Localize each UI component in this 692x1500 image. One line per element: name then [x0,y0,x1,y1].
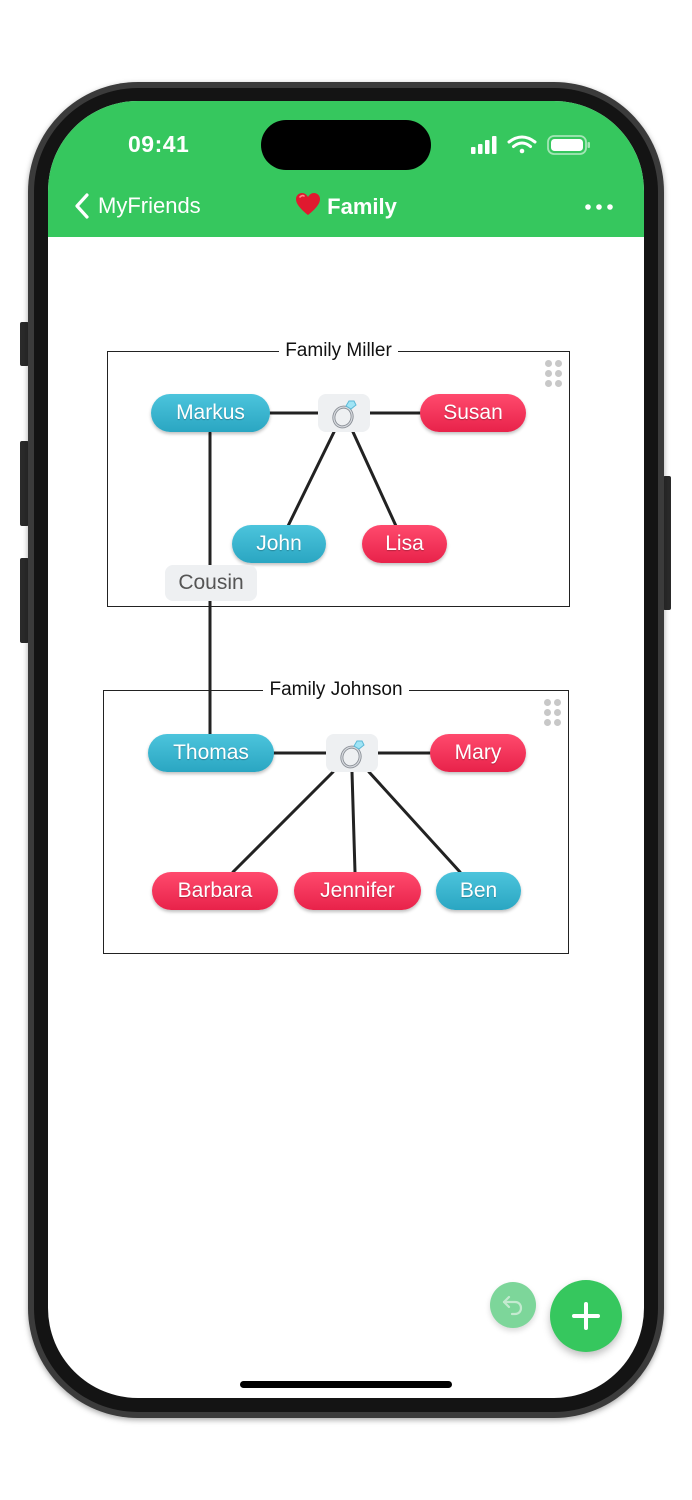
ellipsis-icon[interactable] [584,199,614,215]
person-name: Mary [454,741,502,764]
family-tree-canvas[interactable]: Family Miller Family Johnson Markus Susa… [48,237,644,1398]
status-icons [471,135,590,155]
connector-line [367,770,462,874]
relation-label-text: Cousin [178,571,244,594]
dynamic-island [261,120,431,170]
person-node-barbara[interactable]: Barbara [152,872,278,910]
person-node-thomas[interactable]: Thomas [148,734,274,772]
undo-button[interactable] [490,1282,536,1328]
app-header: 09:41 MyFriends Family [48,101,644,237]
connector-line [350,770,357,874]
screen: 09:41 MyFriends Family Family Miller Fam… [48,101,644,1398]
person-node-ben[interactable]: Ben [436,872,521,910]
ring-icon [332,400,357,429]
battery-icon [547,135,590,155]
connector-line [351,430,398,528]
relation-label-cousin[interactable]: Cousin [165,565,257,601]
page-title: Family [48,192,644,220]
person-node-jennifer[interactable]: Jennifer [294,872,421,910]
marriage-node[interactable] [318,394,370,432]
connector-line [231,770,335,874]
marriage-node[interactable] [326,734,378,772]
wifi-icon [507,135,537,154]
home-indicator [240,1381,452,1388]
plus-icon [572,1302,600,1330]
cellular-signal-icon [471,136,497,154]
person-node-john[interactable]: John [232,525,326,563]
person-name: Ben [459,879,498,902]
status-time: 09:41 [128,131,190,157]
person-name: Markus [176,401,245,424]
add-button[interactable] [550,1280,622,1352]
person-name: Lisa [385,532,424,555]
page-title-text: Family [327,194,397,219]
person-node-susan[interactable]: Susan [420,394,526,432]
person-name: John [256,532,302,555]
person-name: Jennifer [320,879,395,902]
person-node-mary[interactable]: Mary [430,734,526,772]
power-button [663,476,671,610]
heart-icon [296,193,321,215]
connector-line [286,430,336,528]
person-name: Susan [443,401,503,424]
person-node-markus[interactable]: Markus [151,394,270,432]
ring-icon [340,740,365,769]
person-name: Barbara [177,879,253,902]
person-node-lisa[interactable]: Lisa [362,525,447,563]
person-name: Thomas [173,741,249,764]
undo-icon [502,1295,523,1316]
